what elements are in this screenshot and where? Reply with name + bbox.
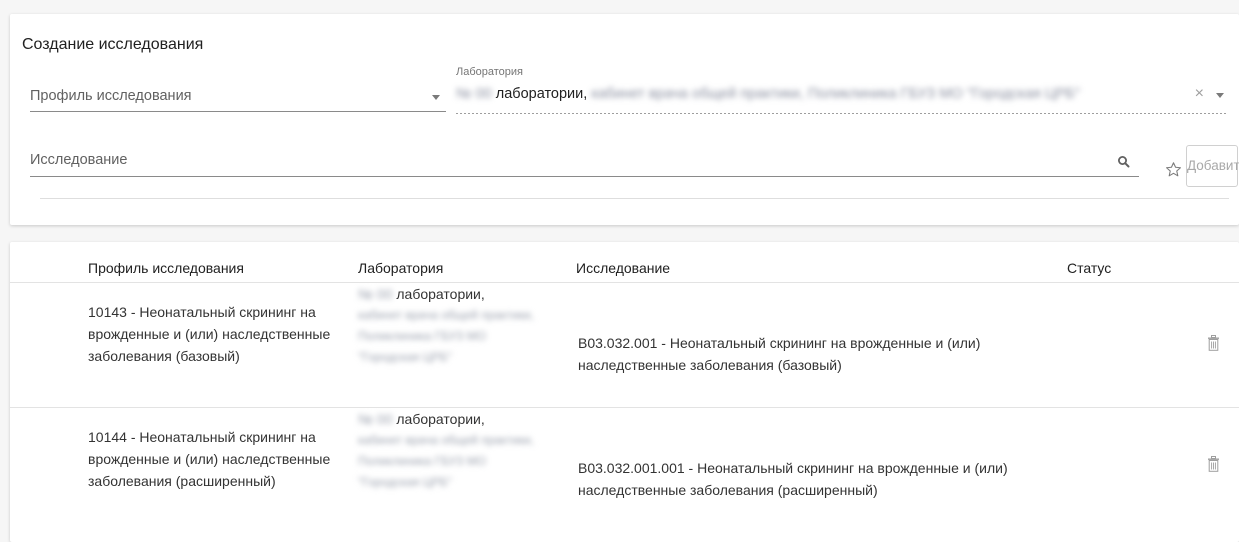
lab-select-value-blurred: кабинет врача общей практики, Поликлиник… [591,86,1080,102]
chevron-down-icon[interactable] [1216,93,1224,98]
create-research-title: Создание исследования [22,36,204,53]
cell-profile: 10144 - Неонатальный скрининг на врожден… [88,429,331,489]
column-header-research[interactable]: Исследование [576,260,670,276]
trash-icon[interactable] [1207,335,1220,351]
cell-lab: № 00 лаборатории, кабинет врача общей пр… [358,408,548,493]
cell-lab: № 00 лаборатории, кабинет врача общей пр… [358,283,548,368]
column-header-lab[interactable]: Лаборатория [358,260,443,276]
trash-icon[interactable] [1207,456,1220,472]
card-divider [40,198,1229,199]
cell-lab-blurred: кабинет врача общей практики, Поликлиник… [358,433,534,489]
cell-lab-text: лаборатории, [392,411,485,427]
column-header-profile[interactable]: Профиль исследования [88,260,244,276]
cell-research: B03.032.001 - Неонатальный скрининг на в… [578,335,981,373]
cell-lab-blurred: кабинет врача общей практики, Поликлиник… [358,308,534,364]
table-row[interactable]: 10144 - Неонатальный скрининг на врожден… [10,408,1239,533]
research-input-underline [30,176,1139,177]
research-input[interactable]: Исследование [30,144,1139,177]
lab-select-value-text: лаборатории, [491,86,588,102]
lab-select[interactable]: Лаборатория № 00 лаборатории, кабинет вр… [456,64,1228,114]
lab-select-value: № 00 лаборатории, кабинет врача общей пр… [456,86,1080,102]
cell-lab-head: № 00 лаборатории, [358,408,548,430]
cell-lab-head: № 00 лаборатории, [358,283,548,305]
lab-select-underline [456,113,1228,114]
star-icon[interactable] [1165,161,1182,178]
cell-research: B03.032.001.001 - Неонатальный скрининг … [578,460,1008,498]
research-table: Профиль исследования Лаборатория Исследо… [10,242,1239,542]
search-icon[interactable] [1117,155,1131,169]
chevron-down-icon[interactable] [432,95,440,100]
cell-lab-code: № 00 [358,411,393,427]
add-button[interactable]: Добавить [1186,145,1239,187]
lab-select-label: Лаборатория [456,66,523,78]
create-research-card: Создание исследования Профиль исследован… [10,14,1239,225]
profile-select-placeholder: Профиль исследования [30,88,192,104]
profile-select[interactable]: Профиль исследования [30,80,446,112]
profile-select-underline [30,111,446,112]
lab-select-value-code: № 00 [456,86,492,102]
research-input-placeholder: Исследование [30,152,128,168]
column-header-status[interactable]: Статус [1067,260,1111,276]
cell-profile: 10143 - Неонатальный скрининг на врожден… [88,304,331,364]
cell-lab-code: № 00 [358,286,393,302]
table-row[interactable]: 10143 - Неонатальный скрининг на врожден… [10,283,1239,408]
close-icon[interactable]: × [1195,86,1204,102]
cell-lab-text: лаборатории, [392,286,485,302]
